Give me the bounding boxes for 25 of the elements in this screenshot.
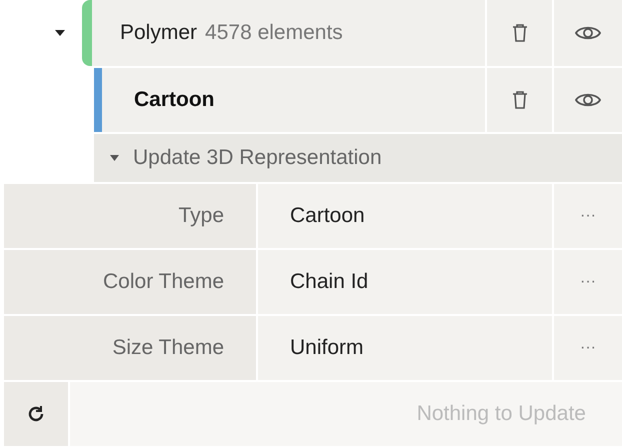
caret-icon <box>110 155 119 161</box>
refresh-icon <box>27 405 45 423</box>
refresh-button[interactable] <box>4 382 68 446</box>
parameter-label: Type <box>4 184 256 248</box>
structure-row[interactable]: Polymer 4578 elements <box>82 0 485 66</box>
trash-icon <box>512 90 528 110</box>
caret-icon[interactable] <box>54 29 66 37</box>
parameter-value[interactable]: Uniform <box>258 316 552 380</box>
more-button[interactable]: ··· <box>554 316 622 380</box>
eye-icon <box>575 91 601 109</box>
more-button[interactable]: ··· <box>554 184 622 248</box>
element-count: 4578 elements <box>205 20 343 46</box>
visibility-button[interactable] <box>554 0 622 66</box>
parameter-label: Color Theme <box>4 250 256 314</box>
more-button[interactable]: ··· <box>554 250 622 314</box>
representation-row[interactable]: Cartoon <box>94 68 485 132</box>
section-header[interactable]: Update 3D Representation <box>94 134 622 182</box>
visibility-button[interactable] <box>554 68 622 132</box>
section-title: Update 3D Representation <box>133 145 382 172</box>
parameter-value[interactable]: Cartoon <box>258 184 552 248</box>
parameter-value[interactable]: Chain Id <box>258 250 552 314</box>
eye-icon <box>575 24 601 42</box>
parameter-label: Size Theme <box>4 316 256 380</box>
trash-icon <box>512 23 528 43</box>
structure-label: Polymer <box>120 20 198 46</box>
